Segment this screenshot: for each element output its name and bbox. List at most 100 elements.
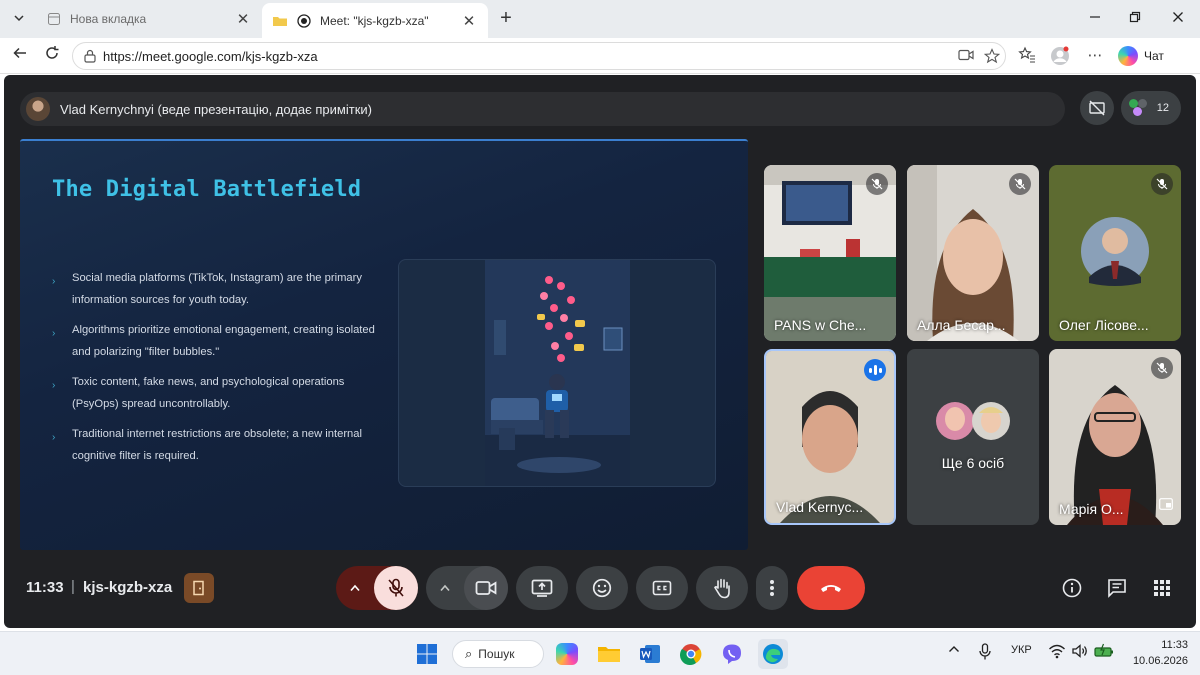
favorites-icon[interactable] xyxy=(1016,46,1038,66)
address-bar[interactable]: https://meet.google.com/kjs-kgzb-xza xyxy=(72,42,1006,70)
meeting-details-button[interactable] xyxy=(1059,575,1085,601)
list-item: › Toxic content, fake news, and psycholog… xyxy=(52,376,345,410)
windows-logo-icon xyxy=(417,644,437,664)
more-participants-tile[interactable]: Ще 6 осіб xyxy=(907,349,1039,525)
chevron-up-icon xyxy=(949,646,959,652)
reactions-button[interactable] xyxy=(576,566,628,610)
presentation-slide: The Digital Battlefield › Social media pl… xyxy=(20,139,748,550)
chevron-down-icon xyxy=(14,15,24,22)
list-item: › Traditional internet restrictions are o… xyxy=(52,428,362,462)
participant-tile[interactable]: PANS w Che... xyxy=(764,165,896,341)
edge-app[interactable] xyxy=(758,639,788,669)
close-window-button[interactable] xyxy=(1167,8,1189,30)
captions-button[interactable] xyxy=(636,566,688,610)
reload-icon xyxy=(46,46,59,59)
restore-button[interactable] xyxy=(1124,8,1146,30)
mic-off-icon xyxy=(388,578,404,597)
closed-captions-icon xyxy=(652,580,672,596)
folder-icon xyxy=(598,647,620,662)
word-app[interactable] xyxy=(635,639,665,669)
profile-avatar[interactable] xyxy=(1049,46,1071,66)
volume-icon[interactable] xyxy=(1071,643,1089,662)
camera-in-use-icon[interactable] xyxy=(957,48,975,66)
participant-name: PANS w Che... xyxy=(774,317,867,333)
speaking-indicator-icon xyxy=(864,359,886,381)
battery-charging-icon[interactable] xyxy=(1094,643,1114,662)
breakout-rooms-button[interactable] xyxy=(184,573,214,603)
meet-window: Vlad Kernychnyi (веде презентацію, додає… xyxy=(4,75,1196,628)
back-button[interactable] xyxy=(8,45,32,67)
more-options-button[interactable] xyxy=(756,566,788,610)
camera-toggle-button[interactable] xyxy=(464,566,508,610)
participant-tile[interactable]: Алла Бесар... xyxy=(907,165,1039,341)
participants-chip[interactable]: 12 xyxy=(1121,91,1181,125)
arrow-left-icon xyxy=(13,47,26,59)
list-item: › Algorithms prioritize emotional engagem… xyxy=(52,324,375,358)
arrow-right-icon: › xyxy=(52,380,56,391)
unmute-button[interactable] xyxy=(374,566,418,610)
word-icon xyxy=(640,645,660,663)
viber-app[interactable] xyxy=(717,639,747,669)
chat-button[interactable] xyxy=(1104,575,1130,601)
clock-time: 11:33 xyxy=(1161,639,1188,651)
camera-control xyxy=(426,566,508,610)
microphone-control xyxy=(336,566,418,610)
hide-presentation-button[interactable] xyxy=(1080,91,1114,125)
audio-options-button[interactable] xyxy=(336,566,374,610)
participant-tile-active-speaker[interactable]: Vlad Kernyc... xyxy=(764,349,896,525)
tab-label: Нова вкладка xyxy=(70,12,147,26)
chevron-up-icon xyxy=(350,584,360,592)
activities-button[interactable] xyxy=(1149,575,1175,601)
close-icon xyxy=(1173,12,1183,22)
hang-up-icon xyxy=(821,585,841,592)
picture-in-picture-icon[interactable] xyxy=(1159,497,1173,515)
tab-actions-menu[interactable] xyxy=(7,6,31,30)
participant-name: Марія О... xyxy=(1059,501,1124,517)
mic-off-icon xyxy=(866,173,888,195)
system-clock[interactable]: 11:33 10.06.2026 xyxy=(1128,637,1188,669)
avatar xyxy=(936,402,1010,440)
more-options-icon[interactable]: ⋯ xyxy=(1084,46,1106,66)
leave-call-button[interactable] xyxy=(797,566,865,610)
chat-icon xyxy=(1108,579,1126,598)
mic-off-icon xyxy=(1151,173,1173,195)
hand-icon xyxy=(714,578,730,599)
participant-name: Олег Лісове... xyxy=(1059,317,1149,333)
minimize-button[interactable] xyxy=(1084,8,1106,30)
close-icon[interactable]: ✕ xyxy=(460,12,478,30)
new-tab-icon xyxy=(46,11,62,27)
raise-hand-button[interactable] xyxy=(696,566,748,610)
copilot-icon xyxy=(556,643,578,665)
tab-meet[interactable]: Meet: "kjs-kgzb-xza" ✕ xyxy=(262,3,488,38)
recording-icon xyxy=(296,13,312,29)
participant-avatars-icon xyxy=(1129,99,1149,117)
microphone-tray-icon[interactable] xyxy=(978,643,992,664)
presentation-off-icon xyxy=(1089,100,1105,116)
participant-tile[interactable]: Олег Лісове... xyxy=(1049,165,1181,341)
copilot-label: Чат xyxy=(1144,49,1164,63)
close-icon[interactable]: ✕ xyxy=(234,10,252,28)
favorite-star-icon[interactable] xyxy=(983,48,1001,66)
site-info-icon[interactable] xyxy=(83,49,97,63)
video-options-button[interactable] xyxy=(426,566,464,610)
wifi-icon[interactable] xyxy=(1048,643,1066,662)
taskbar-search[interactable]: ⌕ Пошук xyxy=(452,640,544,668)
show-hidden-icons-button[interactable] xyxy=(948,644,960,657)
arrow-right-icon: › xyxy=(52,432,56,443)
file-explorer-app[interactable] xyxy=(594,639,624,669)
participant-tile[interactable]: Марія О... xyxy=(1049,349,1181,525)
tab-new-tab[interactable]: Нова вкладка ✕ xyxy=(36,3,262,35)
edge-icon xyxy=(763,644,783,664)
reload-button[interactable] xyxy=(40,45,64,67)
search-icon: ⌕ xyxy=(465,646,473,661)
emoji-icon xyxy=(592,578,612,598)
chrome-app[interactable] xyxy=(676,639,706,669)
language-indicator[interactable]: УКР xyxy=(1011,644,1032,656)
start-button[interactable] xyxy=(412,639,442,669)
new-tab-button[interactable]: + xyxy=(495,6,517,30)
video-camera-icon xyxy=(475,581,497,595)
copilot-chat-button[interactable]: Чат xyxy=(1118,44,1194,68)
copilot-app[interactable] xyxy=(552,639,582,669)
meeting-code: kjs-kgzb-xza xyxy=(83,579,173,596)
present-screen-button[interactable] xyxy=(516,566,568,610)
